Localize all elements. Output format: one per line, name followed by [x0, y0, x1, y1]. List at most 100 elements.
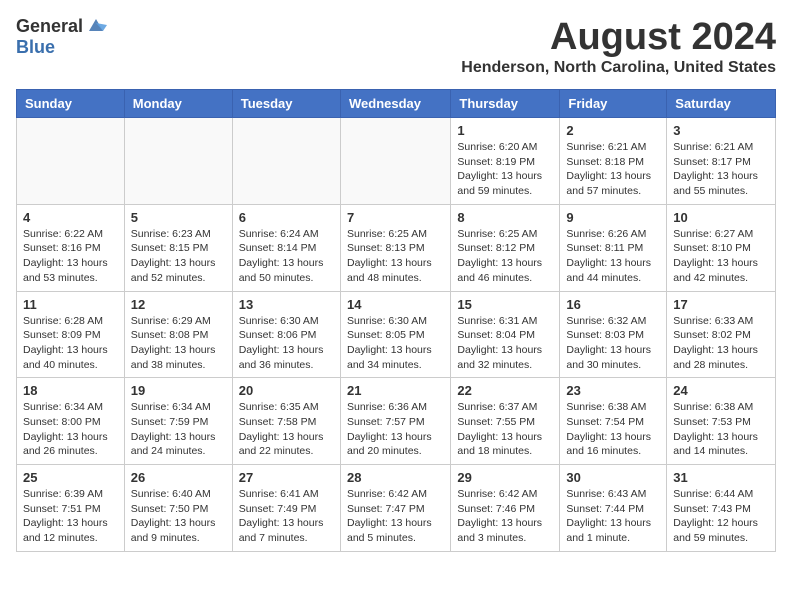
cell-content: Sunrise: 6:44 AMSunset: 7:43 PMDaylight:… — [673, 487, 769, 546]
col-header-friday: Friday — [560, 90, 667, 118]
calendar-cell: 28 Sunrise: 6:42 AMSunset: 7:47 PMDayligh… — [340, 465, 450, 552]
calendar-cell: 17 Sunrise: 6:33 AMSunset: 8:02 PMDayligh… — [667, 291, 776, 378]
calendar-cell: 5 Sunrise: 6:23 AMSunset: 8:15 PMDaylight… — [124, 204, 232, 291]
calendar-cell: 27 Sunrise: 6:41 AMSunset: 7:49 PMDayligh… — [232, 465, 340, 552]
calendar-cell: 24 Sunrise: 6:38 AMSunset: 7:53 PMDayligh… — [667, 378, 776, 465]
cell-content: Sunrise: 6:21 AMSunset: 8:18 PMDaylight:… — [566, 140, 660, 199]
calendar-cell: 18 Sunrise: 6:34 AMSunset: 8:00 PMDayligh… — [17, 378, 125, 465]
calendar-cell: 12 Sunrise: 6:29 AMSunset: 8:08 PMDayligh… — [124, 291, 232, 378]
calendar-header-row: SundayMondayTuesdayWednesdayThursdayFrid… — [17, 90, 776, 118]
col-header-monday: Monday — [124, 90, 232, 118]
col-header-wednesday: Wednesday — [340, 90, 450, 118]
cell-content: Sunrise: 6:42 AMSunset: 7:46 PMDaylight:… — [457, 487, 553, 546]
day-number: 11 — [23, 297, 118, 312]
logo-blue-text: Blue — [16, 37, 55, 57]
day-number: 25 — [23, 470, 118, 485]
cell-content: Sunrise: 6:27 AMSunset: 8:10 PMDaylight:… — [673, 227, 769, 286]
week-row-5: 25 Sunrise: 6:39 AMSunset: 7:51 PMDayligh… — [17, 465, 776, 552]
calendar-cell — [232, 118, 340, 205]
col-header-thursday: Thursday — [451, 90, 560, 118]
calendar-cell: 1 Sunrise: 6:20 AMSunset: 8:19 PMDaylight… — [451, 118, 560, 205]
day-number: 12 — [131, 297, 226, 312]
day-number: 27 — [239, 470, 334, 485]
day-number: 9 — [566, 210, 660, 225]
calendar-cell — [124, 118, 232, 205]
cell-content: Sunrise: 6:34 AMSunset: 7:59 PMDaylight:… — [131, 400, 226, 459]
day-number: 15 — [457, 297, 553, 312]
calendar-cell: 23 Sunrise: 6:38 AMSunset: 7:54 PMDayligh… — [560, 378, 667, 465]
calendar-cell: 3 Sunrise: 6:21 AMSunset: 8:17 PMDaylight… — [667, 118, 776, 205]
calendar-cell: 26Sunrise: 6:40 AMSunset: 7:50 PMDayligh… — [124, 465, 232, 552]
cell-content: Sunrise: 6:35 AMSunset: 7:58 PMDaylight:… — [239, 400, 334, 459]
day-number: 20 — [239, 383, 334, 398]
col-header-saturday: Saturday — [667, 90, 776, 118]
calendar-cell: 30Sunrise: 6:43 AMSunset: 7:44 PMDayligh… — [560, 465, 667, 552]
calendar-cell: 14Sunrise: 6:30 AMSunset: 8:05 PMDayligh… — [340, 291, 450, 378]
day-number: 31 — [673, 470, 769, 485]
cell-content: Sunrise: 6:38 AMSunset: 7:53 PMDaylight:… — [673, 400, 769, 459]
calendar-cell: 21 Sunrise: 6:36 AMSunset: 7:57 PMDayligh… — [340, 378, 450, 465]
cell-content: Sunrise: 6:33 AMSunset: 8:02 PMDaylight:… — [673, 314, 769, 373]
cell-content: Sunrise: 6:42 AMSunset: 7:47 PMDaylight:… — [347, 487, 444, 546]
cell-content: Sunrise: 6:25 AMSunset: 8:12 PMDaylight:… — [457, 227, 553, 286]
day-number: 6 — [239, 210, 334, 225]
col-header-tuesday: Tuesday — [232, 90, 340, 118]
cell-content: Sunrise: 6:38 AMSunset: 7:54 PMDaylight:… — [566, 400, 660, 459]
calendar-cell: 22Sunrise: 6:37 AMSunset: 7:55 PMDayligh… — [451, 378, 560, 465]
calendar-cell: 9Sunrise: 6:26 AMSunset: 8:11 PMDaylight… — [560, 204, 667, 291]
cell-content: Sunrise: 6:30 AMSunset: 8:05 PMDaylight:… — [347, 314, 444, 373]
cell-content: Sunrise: 6:31 AMSunset: 8:04 PMDaylight:… — [457, 314, 553, 373]
calendar-cell: 2 Sunrise: 6:21 AMSunset: 8:18 PMDaylight… — [560, 118, 667, 205]
calendar-cell: 10 Sunrise: 6:27 AMSunset: 8:10 PMDayligh… — [667, 204, 776, 291]
day-number: 4 — [23, 210, 118, 225]
day-number: 30 — [566, 470, 660, 485]
calendar-cell: 15 Sunrise: 6:31 AMSunset: 8:04 PMDayligh… — [451, 291, 560, 378]
day-number: 18 — [23, 383, 118, 398]
title-section: August 2024 Henderson, North Carolina, U… — [461, 16, 776, 77]
calendar-cell: 13Sunrise: 6:30 AMSunset: 8:06 PMDayligh… — [232, 291, 340, 378]
cell-content: Sunrise: 6:34 AMSunset: 8:00 PMDaylight:… — [23, 400, 118, 459]
cell-content: Sunrise: 6:23 AMSunset: 8:15 PMDaylight:… — [131, 227, 226, 286]
calendar-cell: 6Sunrise: 6:24 AMSunset: 8:14 PMDaylight… — [232, 204, 340, 291]
calendar-cell: 29 Sunrise: 6:42 AMSunset: 7:46 PMDayligh… — [451, 465, 560, 552]
cell-content: Sunrise: 6:20 AMSunset: 8:19 PMDaylight:… — [457, 140, 553, 199]
logo-icon — [85, 17, 107, 35]
day-number: 23 — [566, 383, 660, 398]
cell-content: Sunrise: 6:32 AMSunset: 8:03 PMDaylight:… — [566, 314, 660, 373]
day-number: 13 — [239, 297, 334, 312]
day-number: 8 — [457, 210, 553, 225]
day-number: 5 — [131, 210, 226, 225]
day-number: 19 — [131, 383, 226, 398]
calendar-cell: 11 Sunrise: 6:28 AMSunset: 8:09 PMDayligh… — [17, 291, 125, 378]
page-header: General Blue August 2024 Henderson, Nort… — [16, 16, 776, 77]
calendar-cell: 20 Sunrise: 6:35 AMSunset: 7:58 PMDayligh… — [232, 378, 340, 465]
calendar-table: SundayMondayTuesdayWednesdayThursdayFrid… — [16, 89, 776, 552]
day-number: 29 — [457, 470, 553, 485]
week-row-1: 1 Sunrise: 6:20 AMSunset: 8:19 PMDaylight… — [17, 118, 776, 205]
month-year-title: August 2024 — [461, 16, 776, 59]
day-number: 16 — [566, 297, 660, 312]
day-number: 21 — [347, 383, 444, 398]
cell-content: Sunrise: 6:29 AMSunset: 8:08 PMDaylight:… — [131, 314, 226, 373]
day-number: 3 — [673, 123, 769, 138]
week-row-4: 18 Sunrise: 6:34 AMSunset: 8:00 PMDayligh… — [17, 378, 776, 465]
cell-content: Sunrise: 6:22 AMSunset: 8:16 PMDaylight:… — [23, 227, 118, 286]
day-number: 22 — [457, 383, 553, 398]
cell-content: Sunrise: 6:25 AMSunset: 8:13 PMDaylight:… — [347, 227, 444, 286]
day-number: 10 — [673, 210, 769, 225]
location-subtitle: Henderson, North Carolina, United States — [461, 59, 776, 77]
day-number: 2 — [566, 123, 660, 138]
logo: General Blue — [16, 16, 107, 58]
week-row-2: 4 Sunrise: 6:22 AMSunset: 8:16 PMDaylight… — [17, 204, 776, 291]
cell-content: Sunrise: 6:36 AMSunset: 7:57 PMDaylight:… — [347, 400, 444, 459]
cell-content: Sunrise: 6:28 AMSunset: 8:09 PMDaylight:… — [23, 314, 118, 373]
day-number: 24 — [673, 383, 769, 398]
cell-content: Sunrise: 6:41 AMSunset: 7:49 PMDaylight:… — [239, 487, 334, 546]
cell-content: Sunrise: 6:21 AMSunset: 8:17 PMDaylight:… — [673, 140, 769, 199]
day-number: 28 — [347, 470, 444, 485]
cell-content: Sunrise: 6:40 AMSunset: 7:50 PMDaylight:… — [131, 487, 226, 546]
day-number: 17 — [673, 297, 769, 312]
cell-content: Sunrise: 6:39 AMSunset: 7:51 PMDaylight:… — [23, 487, 118, 546]
calendar-cell: 19 Sunrise: 6:34 AMSunset: 7:59 PMDayligh… — [124, 378, 232, 465]
day-number: 1 — [457, 123, 553, 138]
